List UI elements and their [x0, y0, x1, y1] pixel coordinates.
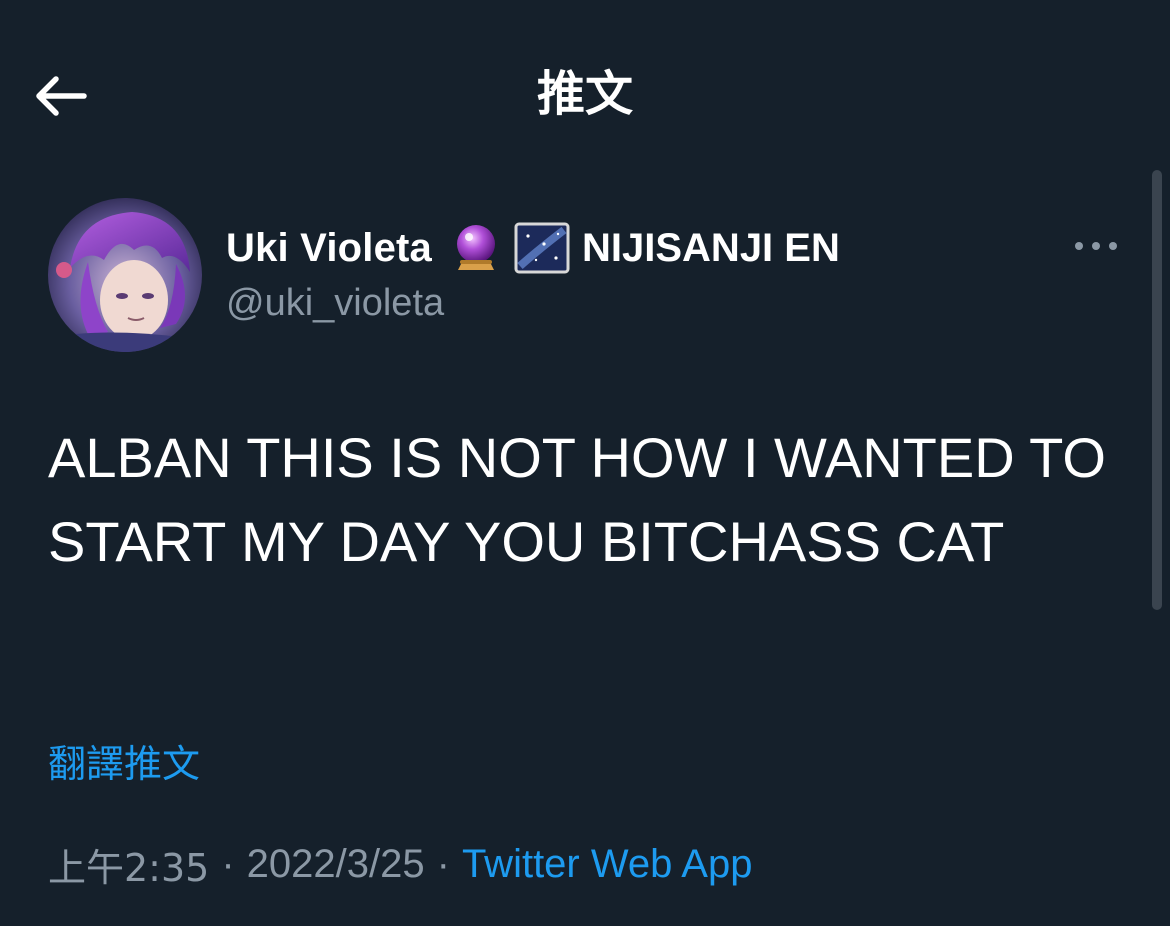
tweet-text: ALBAN THIS IS NOT HOW I WANTED TO START … — [48, 426, 1106, 573]
scrollbar[interactable] — [1152, 170, 1162, 610]
tweet-detail-page: 推文 Uki Violeta NIJISANJI EN @uki_violeta… — [0, 0, 1170, 926]
more-options-button[interactable] — [1066, 226, 1126, 266]
page-title: 推文 — [536, 66, 633, 122]
more-horizontal-icon — [1075, 242, 1117, 250]
crystal-ball-emoji-icon — [457, 225, 495, 270]
tweet-meta: 上午2:35 · 2022/3/25 · Twitter Web App — [48, 834, 752, 894]
tweet-source-link[interactable]: Twitter Web App — [462, 842, 753, 887]
milky-way-emoji-icon — [514, 222, 570, 274]
profile-avatar-image — [48, 198, 202, 352]
author-display-name: Uki Violeta — [226, 225, 432, 270]
tweet-time[interactable]: 上午2:35 — [48, 837, 209, 892]
author-handle[interactable]: @uki_violeta — [226, 280, 444, 326]
tweet-date[interactable]: 2022/3/25 — [247, 842, 425, 887]
top-bar: 推文 — [0, 0, 1170, 190]
author-name-row[interactable]: Uki Violeta NIJISANJI EN — [226, 222, 840, 274]
meta-separator: · — [436, 841, 450, 886]
avatar[interactable] — [48, 198, 202, 352]
author-org-name: NIJISANJI EN — [582, 225, 840, 270]
meta-separator: · — [221, 841, 235, 886]
translate-tweet-link[interactable]: 翻譯推文 — [48, 736, 200, 792]
